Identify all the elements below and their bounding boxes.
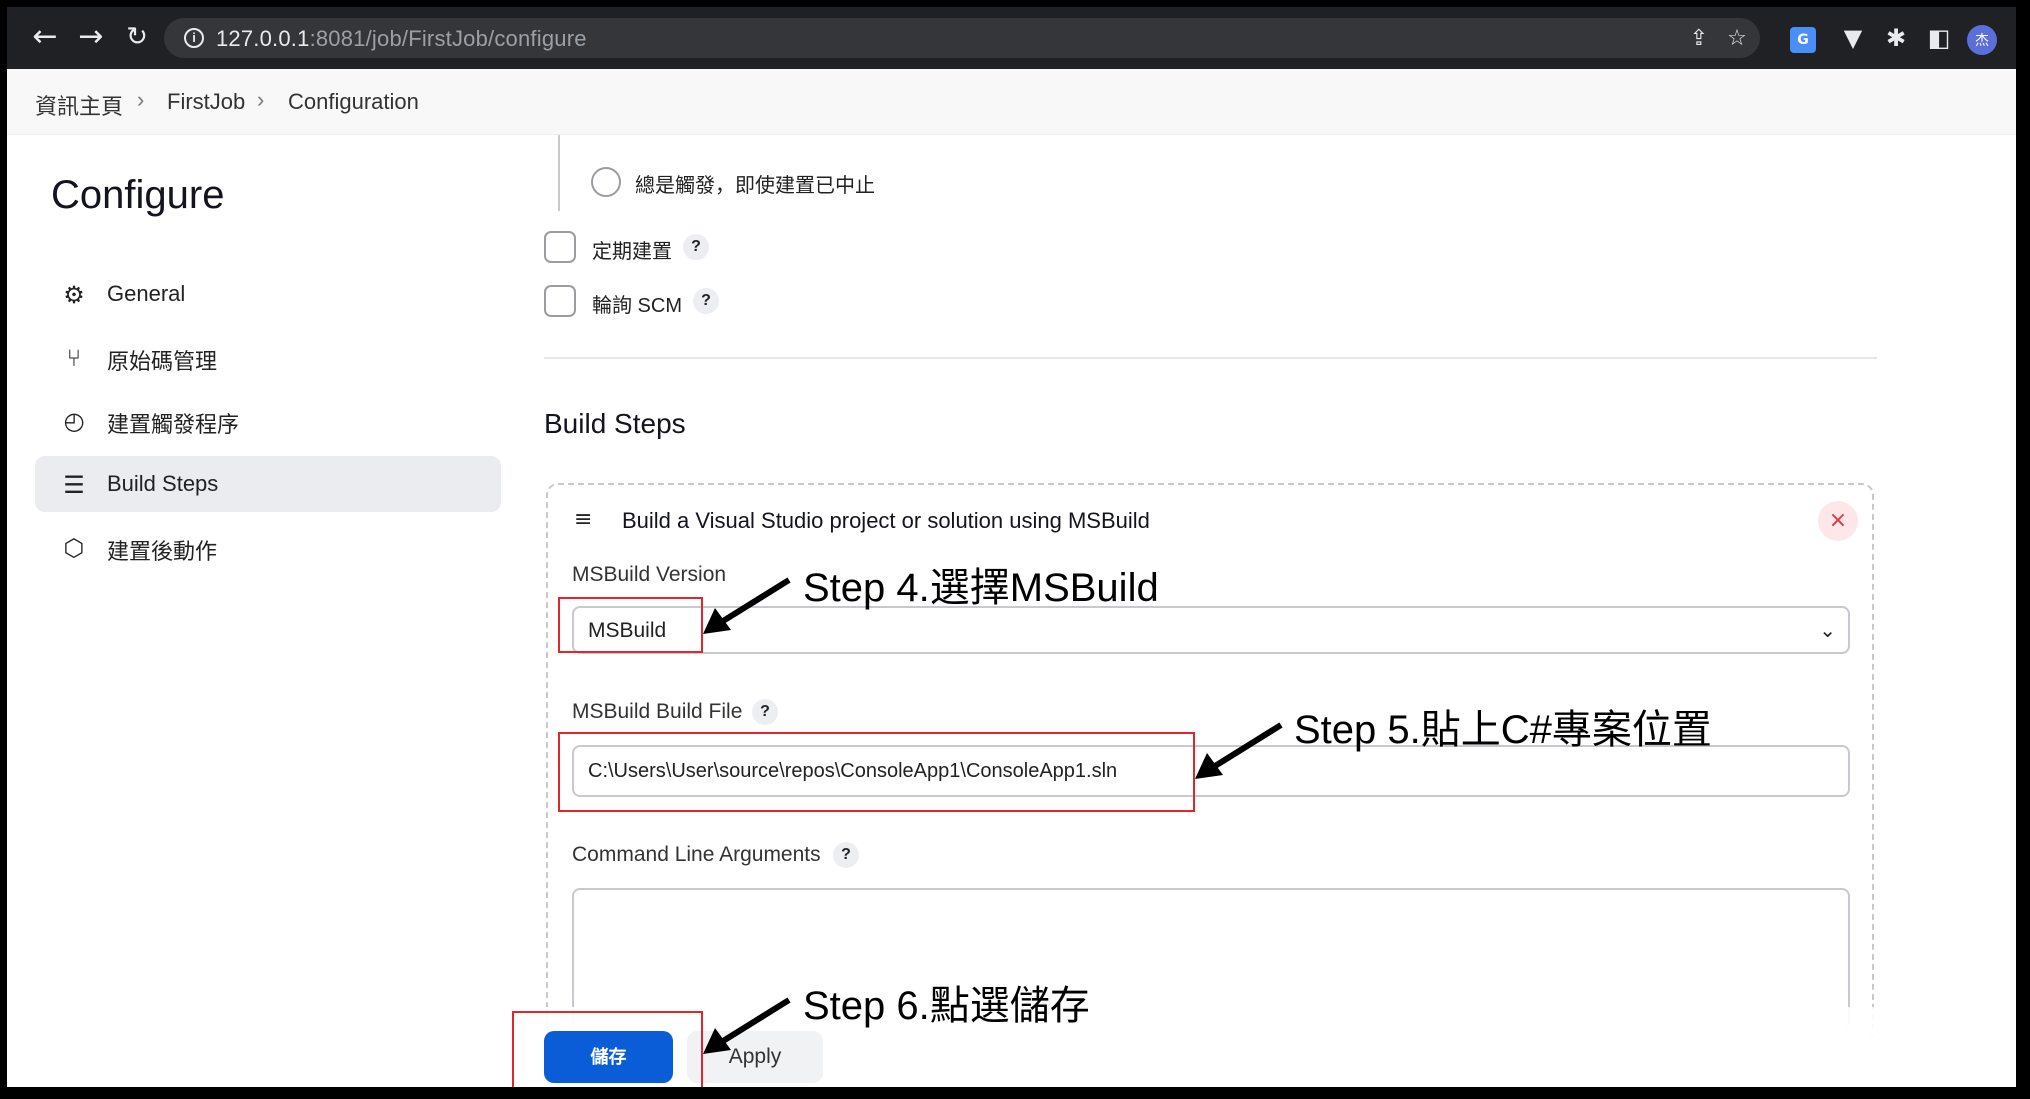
chevron-right-icon: › — [137, 87, 145, 112]
annotation-arrow-step5 — [1195, 722, 1283, 779]
close-icon[interactable]: × — [1818, 501, 1858, 541]
breadcrumb-job[interactable]: FirstJob — [167, 89, 245, 115]
sidebar-item-label: 建置後動作 — [107, 539, 218, 564]
url-path: :8081/job/FirstJob/configure — [309, 26, 587, 51]
gear-icon: ⚙ — [63, 281, 85, 309]
sidebar-item-post-build[interactable]: ⬡ 建置後動作 — [35, 519, 501, 575]
reload-icon[interactable]: ↻ — [121, 21, 153, 53]
help-icon[interactable]: ? — [693, 288, 719, 314]
periodic-build-checkbox[interactable] — [544, 231, 576, 263]
always-trigger-label: 總是觸發，即使建置已中止 — [635, 175, 875, 197]
cmd-args-label: Command Line Arguments — [572, 843, 821, 866]
help-icon[interactable]: ? — [833, 842, 859, 868]
chevron-right-icon: › — [257, 87, 265, 112]
periodic-build-label: 定期建置 — [592, 241, 672, 263]
site-info-icon[interactable]: i — [184, 28, 204, 48]
url-text[interactable]: 127.0.0.1:8081/job/FirstJob/configure — [216, 26, 587, 52]
chevron-down-icon: ⌄ — [1819, 618, 1836, 642]
step-title: Build a Visual Studio project or solutio… — [622, 508, 1150, 533]
forward-icon[interactable]: → — [75, 21, 107, 53]
bookmark-star-icon[interactable]: ☆ — [1724, 26, 1750, 52]
always-trigger-radio[interactable] — [591, 167, 621, 197]
annotation-arrow-step4 — [703, 577, 791, 634]
screenshot-frame: ← → ↻ i 127.0.0.1:8081/job/FirstJob/conf… — [0, 0, 2030, 1099]
sidebar-item-label: General — [107, 281, 186, 306]
page-title: Configure — [51, 173, 225, 217]
poll-scm-label: 輪詢 SCM — [592, 295, 682, 317]
build-steps-heading: Build Steps — [544, 408, 686, 439]
annotation-step5: Step 5.貼上C#專案位置 — [1294, 708, 1712, 752]
annotation-arrow-step6 — [703, 997, 791, 1054]
translate-icon[interactable]: G — [1790, 27, 1816, 53]
vue-devtools-icon[interactable]: ▼ — [1837, 22, 1869, 54]
help-icon[interactable]: ? — [683, 234, 709, 260]
browser-toolbar: ← → ↻ i 127.0.0.1:8081/job/FirstJob/conf… — [7, 7, 2016, 69]
breadcrumb-dashboard[interactable]: 資訊主頁 — [35, 89, 123, 121]
sidebar-item-general[interactable]: ⚙ General — [35, 266, 501, 322]
clock-icon: ◴ — [63, 407, 85, 435]
annotation-box-save — [512, 1011, 703, 1087]
sidebar-item-label: 建置觸發程序 — [107, 412, 240, 437]
cube-icon: ⬡ — [63, 534, 85, 562]
drag-handle-icon[interactable]: ≡ — [574, 509, 596, 531]
branch-icon: ⑂ — [66, 344, 82, 372]
poll-scm-checkbox[interactable] — [544, 285, 576, 317]
share-icon[interactable]: ⇪ — [1686, 26, 1712, 52]
back-icon[interactable]: ← — [29, 21, 61, 53]
breadcrumb-configuration[interactable]: Configuration — [288, 89, 419, 115]
build-file-label: MSBuild Build File — [572, 700, 743, 723]
sidebar-item-triggers[interactable]: ◴ 建置觸發程序 — [35, 392, 501, 448]
nesting-line — [558, 135, 560, 211]
sidebar-item-label: 原始碼管理 — [107, 349, 218, 374]
section-divider — [544, 357, 1877, 359]
breadcrumb: 資訊主頁 › FirstJob › Configuration — [7, 69, 2016, 135]
annotation-box-msbuild — [558, 597, 703, 653]
sidebar-item-scm[interactable]: ⑂ 原始碼管理 — [35, 329, 501, 385]
address-bar[interactable]: i 127.0.0.1:8081/job/FirstJob/configure … — [164, 18, 1760, 58]
url-host: 127.0.0.1 — [216, 26, 310, 51]
annotation-box-build-file — [558, 732, 1195, 812]
profile-avatar[interactable]: 杰 — [1967, 25, 1997, 55]
annotation-step6: Step 6.點選儲存 — [803, 984, 1090, 1028]
side-panel-icon[interactable]: ◧ — [1923, 22, 1955, 54]
help-icon[interactable]: ? — [752, 699, 778, 725]
extensions-puzzle-icon[interactable]: ✱ — [1880, 22, 1912, 54]
annotation-step4: Step 4.選擇MSBuild — [803, 566, 1159, 610]
sidebar-item-build-steps[interactable]: ☰ Build Steps — [35, 456, 501, 512]
list-icon: ☰ — [63, 471, 85, 499]
sidebar-item-label: Build Steps — [107, 471, 219, 496]
